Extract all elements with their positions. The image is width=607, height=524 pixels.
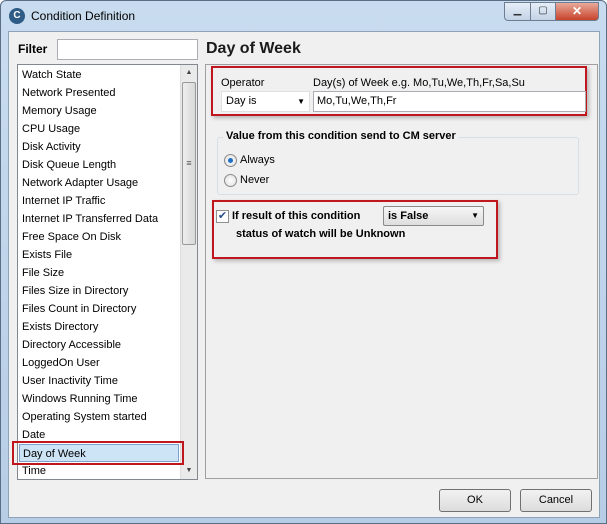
list-item[interactable]: Memory Usage [22, 102, 97, 120]
chevron-down-icon: ▼ [471, 211, 479, 220]
operator-value: Day is [226, 95, 257, 107]
list-item[interactable]: Network Presented [22, 84, 116, 102]
title-bar[interactable]: C Condition Definition ▁ ▢ ✕ [1, 1, 606, 31]
result-value: is False [388, 210, 429, 222]
dialog-window: C Condition Definition ▁ ▢ ✕ Filter Watc… [0, 0, 607, 524]
operator-select[interactable]: Day is ▼ [221, 91, 310, 112]
scroll-down-icon[interactable]: ▼ [181, 463, 197, 479]
list-item[interactable]: Files Count in Directory [22, 300, 136, 318]
list-item[interactable]: Directory Accessible [22, 336, 121, 354]
list-scrollbar[interactable]: ▲ ≡ ▼ [180, 65, 197, 479]
result-checkbox[interactable]: ✔ [216, 210, 229, 223]
list-item[interactable]: User Inactivity Time [22, 372, 118, 390]
list-item[interactable]: Internet IP Traffic [22, 192, 105, 210]
list-item[interactable]: Exists Directory [22, 318, 98, 336]
scroll-up-icon[interactable]: ▲ [181, 65, 197, 81]
list-item[interactable]: Internet IP Transferred Data [22, 210, 158, 228]
window-title: Condition Definition [31, 9, 136, 23]
operator-highlight-box: Operator Day(s) of Week e.g. Mo,Tu,We,Th… [211, 66, 587, 116]
app-icon: C [9, 8, 25, 24]
list-item[interactable]: Network Adapter Usage [22, 174, 138, 192]
minimize-button[interactable]: ▁ [504, 2, 531, 21]
checkbox-label: If result of this condition [232, 210, 361, 222]
close-button[interactable]: ✕ [555, 2, 599, 21]
cancel-button[interactable]: Cancel [520, 489, 592, 512]
result-select[interactable]: is False ▼ [383, 206, 484, 226]
radio-always-label: Always [240, 154, 275, 166]
list-item[interactable]: File Size [22, 264, 64, 282]
list-item[interactable]: LoggedOn User [22, 354, 100, 372]
list-item[interactable]: Windows Running Time [22, 390, 138, 408]
list-item[interactable]: Free Space On Disk [22, 228, 121, 246]
list-item[interactable]: Files Size in Directory [22, 282, 128, 300]
selection-highlight-box [12, 441, 184, 465]
list-item[interactable]: Exists File [22, 246, 72, 264]
chevron-down-icon: ▼ [297, 97, 305, 106]
days-input[interactable]: Mo,Tu,We,Th,Fr [313, 91, 586, 112]
operator-label: Operator [221, 77, 265, 89]
radio-never-label: Never [240, 174, 270, 186]
list-item[interactable]: Disk Activity [22, 138, 81, 156]
condition-panel: Operator Day(s) of Week e.g. Mo,Tu,We,Th… [205, 64, 598, 479]
page-title: Day of Week [206, 40, 301, 57]
dialog-body: Filter Watch State Network Presented Memor… [8, 31, 600, 518]
radio-never[interactable] [224, 174, 237, 187]
radio-always[interactable] [224, 154, 237, 167]
ok-button[interactable]: OK [439, 489, 511, 512]
maximize-button[interactable]: ▢ [530, 2, 556, 21]
filter-input[interactable] [57, 39, 198, 60]
status-text: status of watch will be Unknown [236, 228, 406, 240]
send-value-group [217, 137, 579, 195]
list-item[interactable]: Watch State [22, 66, 82, 84]
days-label: Day(s) of Week e.g. Mo,Tu,We,Th,Fr,Sa,Su [313, 77, 525, 89]
list-item[interactable]: CPU Usage [22, 120, 80, 138]
condition-list: Watch State Network Presented Memory Usage… [17, 64, 198, 480]
list-item[interactable]: Disk Queue Length [22, 156, 116, 174]
group-title: Value from this condition send to CM ser… [223, 130, 459, 142]
filter-label: Filter [18, 42, 48, 56]
list-item[interactable]: Operating System started [22, 408, 147, 426]
scrollbar-thumb[interactable]: ≡ [182, 82, 196, 245]
